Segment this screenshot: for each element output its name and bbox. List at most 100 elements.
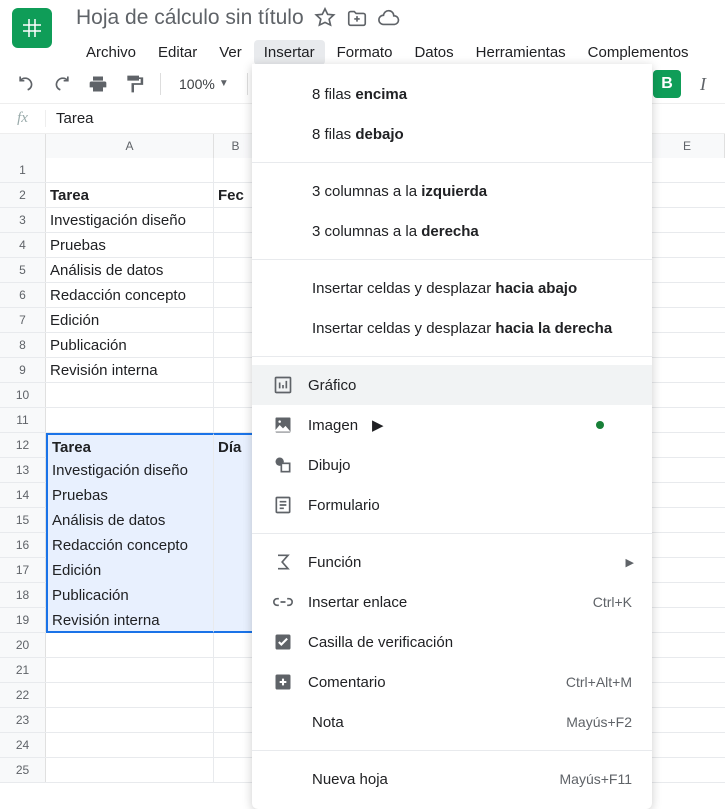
cell[interactable] — [650, 433, 725, 458]
document-title[interactable]: Hoja de cálculo sin título — [76, 6, 304, 30]
cell[interactable] — [650, 533, 725, 558]
cell[interactable] — [650, 383, 725, 408]
insert-note[interactable]: Nota Mayús+F2 — [252, 702, 652, 742]
row-header[interactable]: 12 — [0, 433, 46, 457]
cell[interactable] — [650, 558, 725, 583]
cell[interactable] — [46, 633, 214, 658]
cell[interactable] — [46, 708, 214, 733]
row-header[interactable]: 21 — [0, 658, 46, 682]
row-header[interactable]: 1 — [0, 158, 46, 182]
zoom-selector[interactable]: 100%▼ — [173, 76, 235, 92]
cell[interactable] — [650, 333, 725, 358]
cell[interactable]: Edición — [46, 558, 214, 583]
redo-icon[interactable] — [48, 70, 76, 98]
col-header-A[interactable]: A — [46, 134, 214, 158]
row-header[interactable]: 2 — [0, 183, 46, 207]
row-header[interactable]: 17 — [0, 558, 46, 582]
menu-editar[interactable]: Editar — [148, 40, 207, 65]
cell[interactable]: Análisis de datos — [46, 258, 214, 283]
insert-rows-above[interactable]: 8 filas encima — [252, 74, 652, 114]
row-header[interactable]: 19 — [0, 608, 46, 632]
row-header[interactable]: 23 — [0, 708, 46, 732]
cell[interactable]: Revisión interna — [46, 358, 214, 383]
row-header[interactable]: 10 — [0, 383, 46, 407]
undo-icon[interactable] — [12, 70, 40, 98]
row-header[interactable]: 9 — [0, 358, 46, 382]
star-icon[interactable] — [314, 7, 336, 29]
cell[interactable] — [650, 183, 725, 208]
italic-button[interactable]: I — [689, 70, 717, 98]
cell[interactable]: Tarea — [46, 433, 214, 458]
cell[interactable] — [650, 408, 725, 433]
insert-comment[interactable]: Comentario Ctrl+Alt+M — [252, 662, 652, 702]
row-header[interactable]: 14 — [0, 483, 46, 507]
cell[interactable] — [650, 233, 725, 258]
insert-new-sheet[interactable]: Nueva hoja Mayús+F11 — [252, 759, 652, 799]
cell[interactable] — [650, 483, 725, 508]
menu-formato[interactable]: Formato — [327, 40, 403, 65]
cell[interactable] — [46, 658, 214, 683]
cell[interactable]: Pruebas — [46, 233, 214, 258]
col-header-E[interactable]: E — [650, 134, 725, 158]
cell[interactable] — [46, 408, 214, 433]
row-header[interactable]: 11 — [0, 408, 46, 432]
row-header[interactable]: 6 — [0, 283, 46, 307]
row-header[interactable]: 3 — [0, 208, 46, 232]
select-all-corner[interactable] — [0, 134, 46, 158]
insert-cells-shift-down[interactable]: Insertar celdas y desplazar hacia abajo — [252, 268, 652, 308]
cell[interactable]: Edición — [46, 308, 214, 333]
cell[interactable] — [650, 658, 725, 683]
cell[interactable] — [650, 708, 725, 733]
cell[interactable]: Redacción concepto — [46, 533, 214, 558]
cell[interactable] — [46, 733, 214, 758]
cell[interactable] — [650, 508, 725, 533]
cell[interactable] — [650, 258, 725, 283]
cell[interactable] — [46, 158, 214, 183]
insert-link[interactable]: Insertar enlace Ctrl+K — [252, 582, 652, 622]
cloud-icon[interactable] — [378, 7, 400, 29]
row-header[interactable]: 4 — [0, 233, 46, 257]
menu-ver[interactable]: Ver — [209, 40, 252, 65]
cell[interactable] — [650, 633, 725, 658]
move-icon[interactable] — [346, 7, 368, 29]
cell[interactable]: Revisión interna — [46, 608, 214, 633]
menu-complementos[interactable]: Complementos — [578, 40, 699, 65]
insert-cols-left[interactable]: 3 columnas a la izquierda — [252, 171, 652, 211]
cell[interactable] — [650, 733, 725, 758]
insert-drawing[interactable]: Dibujo — [252, 445, 652, 485]
row-header[interactable]: 7 — [0, 308, 46, 332]
row-header[interactable]: 20 — [0, 633, 46, 657]
cell[interactable]: Redacción concepto — [46, 283, 214, 308]
cell[interactable] — [650, 283, 725, 308]
bold-button[interactable]: B — [653, 70, 681, 98]
cell[interactable] — [650, 683, 725, 708]
insert-image[interactable]: Imagen ▶ — [252, 405, 652, 445]
cell[interactable]: Publicación — [46, 333, 214, 358]
row-header[interactable]: 8 — [0, 333, 46, 357]
cell[interactable]: Publicación — [46, 583, 214, 608]
menu-archivo[interactable]: Archivo — [76, 40, 146, 65]
cell[interactable] — [650, 308, 725, 333]
formula-value[interactable]: Tarea — [46, 110, 94, 127]
cell[interactable] — [650, 458, 725, 483]
menu-herramientas[interactable]: Herramientas — [466, 40, 576, 65]
cell[interactable]: Pruebas — [46, 483, 214, 508]
insert-cols-right[interactable]: 3 columnas a la derecha — [252, 211, 652, 251]
cell[interactable] — [650, 608, 725, 633]
cell[interactable] — [650, 758, 725, 783]
row-header[interactable]: 15 — [0, 508, 46, 532]
cell[interactable] — [650, 358, 725, 383]
print-icon[interactable] — [84, 70, 112, 98]
row-header[interactable]: 25 — [0, 758, 46, 782]
cell[interactable] — [46, 683, 214, 708]
cell[interactable] — [650, 158, 725, 183]
row-header[interactable]: 24 — [0, 733, 46, 757]
insert-chart[interactable]: Gráfico — [252, 365, 652, 405]
cell[interactable]: Tarea — [46, 183, 214, 208]
insert-rows-below[interactable]: 8 filas debajo — [252, 114, 652, 154]
insert-cells-shift-right[interactable]: Insertar celdas y desplazar hacia la der… — [252, 308, 652, 348]
menu-insertar[interactable]: Insertar — [254, 40, 325, 65]
insert-form[interactable]: Formulario — [252, 485, 652, 525]
insert-checkbox[interactable]: Casilla de verificación — [252, 622, 652, 662]
menu-datos[interactable]: Datos — [404, 40, 463, 65]
